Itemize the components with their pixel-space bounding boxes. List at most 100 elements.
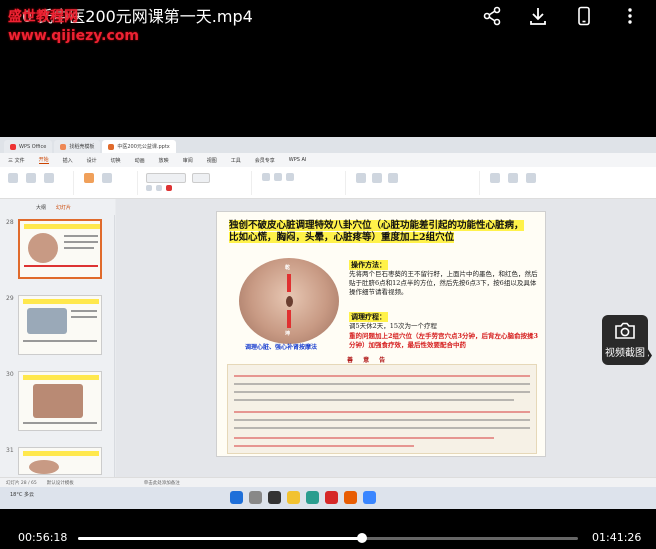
weather-widget[interactable]: 18°C 多云 — [10, 491, 34, 498]
browser-taskbar-icon[interactable] — [363, 491, 376, 504]
arrow-down-icon — [287, 310, 291, 328]
top-icons — [480, 4, 642, 28]
select-icon[interactable] — [526, 173, 536, 183]
slide-thumbnail[interactable] — [18, 371, 102, 431]
new-slide-icon[interactable] — [84, 173, 94, 183]
thumb-line — [64, 235, 98, 237]
course-heading: 调理疗程： — [349, 312, 388, 322]
arrow-up-icon — [287, 274, 291, 292]
menu-member[interactable]: 会员专享 — [255, 157, 275, 164]
menu-transition[interactable]: 切换 — [111, 157, 121, 164]
menu-home[interactable]: 开始 — [38, 156, 49, 164]
sidebar-tabs: 大纲 幻灯片 — [0, 199, 115, 215]
slide-counter: 幻灯片 28 / 65 — [6, 480, 37, 486]
wps-tab-active[interactable]: 中医200元公益课.pptx — [102, 140, 176, 153]
notes-hint[interactable]: 单击此处添加备注 — [144, 480, 180, 486]
slide-number: 29 — [6, 295, 14, 302]
video-player: 0 氏中医200元网课第一天.mp4 盛世教程网 www.qijiezy.com… — [0, 0, 656, 549]
notes-text-line — [234, 391, 530, 393]
video-screenshot-button[interactable]: 视频截图 — [602, 315, 648, 365]
thumb-line — [23, 340, 97, 342]
current-slide[interactable]: 独创不破皮心脏调理特效八卦穴位（心脏功能差引起的功能性心脏病， 比如心慌，胸闷，… — [216, 211, 546, 457]
notes-text-line — [234, 411, 530, 413]
thumb-title-bar — [24, 224, 100, 229]
notes-text-line — [234, 375, 530, 377]
windows-start-icon[interactable] — [230, 491, 243, 504]
thumb-line — [23, 422, 97, 424]
italic-icon[interactable] — [156, 185, 162, 191]
notes-text-line — [234, 437, 494, 439]
progress-slider[interactable] — [78, 533, 578, 543]
cut-icon[interactable] — [44, 173, 54, 183]
bold-icon[interactable] — [146, 185, 152, 191]
menu-animation[interactable]: 动画 — [135, 157, 145, 164]
wps-taskbar-icon[interactable] — [325, 491, 338, 504]
thumb-line — [64, 247, 94, 249]
edge-icon[interactable] — [306, 491, 319, 504]
ribbon-group-editing — [484, 171, 649, 195]
textbox-icon[interactable] — [356, 173, 366, 183]
font-size-select[interactable] — [192, 173, 210, 183]
paste-icon[interactable] — [8, 173, 18, 183]
belly-label-bottom: 坤 — [285, 331, 291, 337]
progress-knob[interactable] — [357, 533, 367, 543]
menu-insert[interactable]: 插入 — [63, 157, 73, 164]
ppt-taskbar-icon[interactable] — [344, 491, 357, 504]
thumb-image — [33, 384, 83, 418]
download-icon[interactable] — [526, 4, 550, 28]
font-color-icon[interactable] — [166, 185, 172, 191]
wps-tab[interactable]: 找稻壳模板 — [54, 140, 101, 153]
format-painter-icon[interactable] — [26, 173, 36, 183]
course-text: 调5天休2天，15次为一个疗程 — [349, 322, 438, 330]
camera-icon — [615, 322, 635, 339]
belly-label-top: 乾 — [285, 265, 291, 271]
ppt-file-icon — [108, 143, 115, 150]
menu-wps-ai[interactable]: WPS AI — [289, 157, 307, 163]
menu-design[interactable]: 设计 — [87, 157, 97, 164]
menu-slideshow[interactable]: 放映 — [159, 157, 169, 164]
shapes-icon[interactable] — [372, 173, 382, 183]
progress-fill — [78, 537, 362, 540]
thumb-title-bar — [23, 299, 99, 304]
slide-number: 30 — [6, 371, 14, 378]
arrange-icon[interactable] — [388, 173, 398, 183]
thumb-image — [29, 460, 59, 474]
font-select[interactable] — [146, 173, 186, 183]
file-explorer-icon[interactable] — [287, 491, 300, 504]
thumb-line — [24, 265, 98, 267]
wps-tab[interactable]: WPS Office — [4, 140, 53, 153]
ribbon-group-paragraph — [256, 171, 346, 195]
tab-slides[interactable]: 幻灯片 — [56, 204, 71, 211]
tab-outline[interactable]: 大纲 — [36, 204, 46, 211]
replace-icon[interactable] — [508, 173, 518, 183]
notes-panel — [227, 364, 537, 454]
phone-icon[interactable] — [572, 4, 596, 28]
more-icon[interactable] — [618, 4, 642, 28]
slide-title-line: 独创不破皮心脏调理特效八卦穴位（心脏功能差引起的功能性心脏病， — [229, 220, 524, 231]
task-view-icon[interactable] — [268, 491, 281, 504]
align-icon[interactable] — [286, 173, 294, 181]
operation-text: 先将两个巨石枣葵的王不留行籽，上面片中的墨色，和红色，然后贴于肚脐6点和12点半… — [349, 270, 538, 296]
notes-text-line — [234, 419, 530, 421]
menu-view[interactable]: 视图 — [207, 157, 217, 164]
slide-thumbnail-selected[interactable] — [18, 219, 102, 279]
find-icon[interactable] — [490, 173, 500, 183]
thumb-image — [27, 308, 67, 334]
belly-photo: 乾 坤 — [239, 258, 339, 344]
bullets-icon[interactable] — [262, 173, 270, 181]
menu-bar: 三 文件 开始 插入 设计 切换 动画 放映 审阅 视图 工具 会员专享 WPS… — [0, 153, 656, 167]
total-time: 01:41:26 — [592, 531, 642, 544]
thumb-title-bar — [23, 451, 99, 456]
share-icon[interactable] — [480, 4, 504, 28]
menu-file[interactable]: 三 文件 — [8, 157, 25, 164]
numbering-icon[interactable] — [274, 173, 282, 181]
layout-icon[interactable] — [102, 173, 112, 183]
slide-thumbnail[interactable] — [18, 295, 102, 355]
search-icon[interactable] — [249, 491, 262, 504]
menu-tools[interactable]: 工具 — [231, 157, 241, 164]
thumb-line — [64, 241, 98, 243]
menu-review[interactable]: 审阅 — [183, 157, 193, 164]
red-note: 重的问题加上2组穴位（左手劳宫穴点3分钟，后背左心脑俞按揉3分钟）加强食疗效，最… — [349, 332, 539, 349]
slide-thumbnail[interactable] — [18, 447, 102, 475]
slide-title-line: 比如心慌，胸闷，头晕，心脏疼等）重度加上2组穴位 — [229, 232, 455, 243]
